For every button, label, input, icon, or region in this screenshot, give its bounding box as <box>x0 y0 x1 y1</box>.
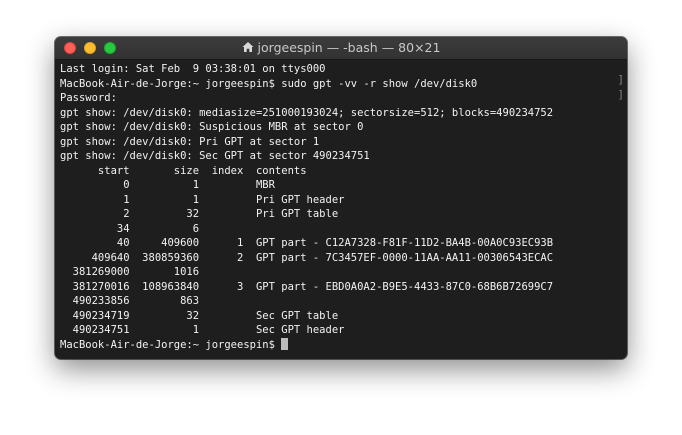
prompt-line[interactable]: MacBook-Air-de-Jorge:~ jorgeespin$ <box>60 337 625 353</box>
title-bar[interactable]: jorgeespin — -bash — 80×21 <box>55 37 627 60</box>
window-title-container: jorgeespin — -bash — 80×21 <box>55 37 627 59</box>
table-header: start size index contents <box>60 164 307 177</box>
output-line: Last login: Sat Feb 9 03:38:01 on ttys00… <box>60 63 326 75</box>
table-row: 40 409600 1 GPT part - C12A7328-F81F-11D… <box>60 237 554 249</box>
output-line: gpt show: /dev/disk0: Pri GPT at sector … <box>60 135 320 148</box>
table-row: 1 1 Pri GPT header <box>60 193 345 206</box>
home-icon <box>242 42 254 52</box>
table-row: 409640 380859360 2 GPT part - 7C3457EF-0… <box>60 251 554 264</box>
output-line: gpt show: /dev/disk0: Sec GPT at sector … <box>60 150 370 162</box>
output-line: gpt show: /dev/disk0: mediasize=25100019… <box>60 106 554 119</box>
table-row: 2 32 Pri GPT table <box>60 208 339 220</box>
output-line: gpt show: /dev/disk0: Suspicious MBR at … <box>60 121 364 133</box>
table-row: 381269000 1016 <box>60 266 200 278</box>
table-row: 381270016 108963840 3 GPT part - EBD0A0A… <box>60 280 554 293</box>
table-row: 490234751 1 Sec GPT header <box>60 324 345 336</box>
text-cursor <box>281 337 289 350</box>
table-row: 490233856 863 <box>60 295 200 307</box>
table-row: 490234719 32 Sec GPT table <box>60 309 339 322</box>
command-line: MacBook-Air-de-Jorge:~ jorgeespin$ sudo … <box>60 77 478 90</box>
shell-prompt: MacBook-Air-de-Jorge:~ jorgeespin$ <box>60 338 282 351</box>
terminal-output[interactable]: Last login: Sat Feb 9 03:38:01 on ttys00… <box>60 62 625 359</box>
window-title: jorgeespin — -bash — 80×21 <box>257 40 441 55</box>
table-row: 0 1 MBR <box>60 179 275 191</box>
terminal-window: jorgeespin — -bash — 80×21 ] ] Last logi… <box>55 37 627 359</box>
table-row: 34 6 <box>60 222 200 235</box>
output-line: Password: <box>60 92 117 104</box>
